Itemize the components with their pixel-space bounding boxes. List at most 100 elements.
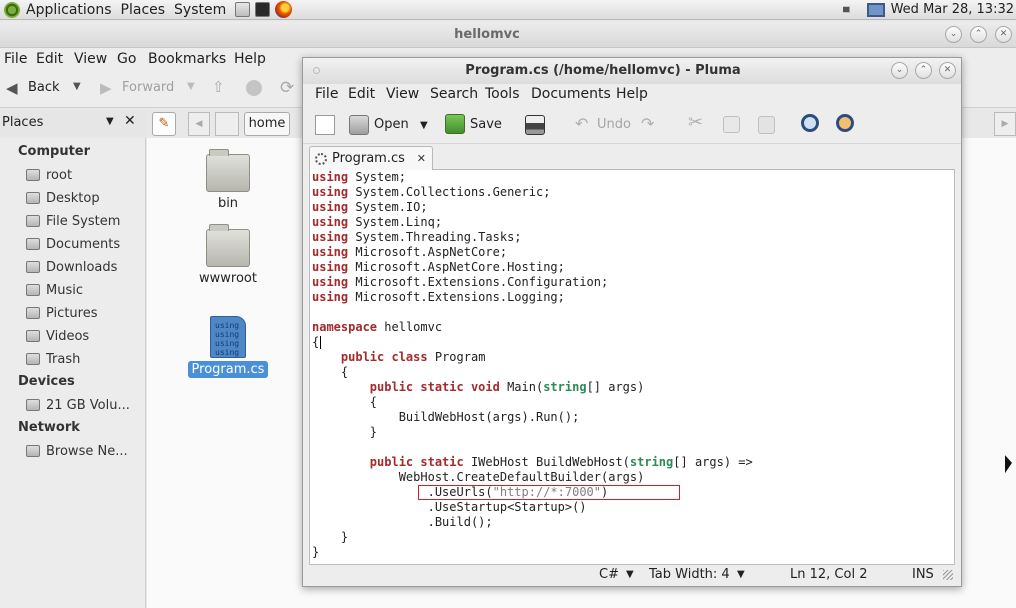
sidebar-header-network: Network: [18, 420, 80, 435]
save-icon[interactable]: [445, 114, 465, 134]
code-editor[interactable]: using System; using System.Collections.G…: [309, 170, 955, 565]
fm-menu-go[interactable]: Go: [117, 51, 136, 67]
open-folder-icon[interactable]: [349, 115, 369, 135]
pluma-close-button[interactable]: ✕: [939, 62, 956, 79]
file-item-bin[interactable]: bin: [183, 149, 273, 211]
panel-clock[interactable]: Wed Mar 28, 13:32: [891, 2, 1014, 17]
keyword: public class: [340, 350, 428, 364]
undo-icon[interactable]: ↶: [575, 114, 588, 133]
redo-icon[interactable]: ↷: [641, 114, 654, 133]
language-dropdown-icon[interactable]: ▼: [626, 569, 634, 580]
keyword: namespace: [312, 320, 378, 334]
copy-icon[interactable]: [723, 116, 740, 133]
save-button[interactable]: Save: [470, 117, 502, 132]
pl-menu-edit[interactable]: Edit: [348, 86, 375, 102]
undo-button[interactable]: Undo: [597, 117, 631, 132]
code-text: Microsoft.Extensions.Configuration;: [355, 275, 609, 289]
sidebar-item-file-system[interactable]: File System: [26, 212, 120, 230]
code-line: }: [312, 545, 319, 560]
trash-icon: [26, 353, 40, 365]
sidebar-item-desktop[interactable]: Desktop: [26, 189, 100, 207]
file-item-wwwroot[interactable]: wwwroot: [183, 224, 273, 286]
sidebar-item-volume[interactable]: 21 GB Volu...: [26, 396, 130, 414]
pl-menu-view[interactable]: View: [386, 86, 419, 102]
code-line: BuildWebHost(args).Run();: [312, 410, 580, 425]
back-button[interactable]: Back: [28, 80, 60, 95]
fm-close-button[interactable]: ✕: [995, 26, 1012, 43]
network-icon[interactable]: [866, 2, 885, 17]
type-keyword: string: [543, 380, 587, 394]
path-scroll-left-icon[interactable]: ◀: [188, 112, 210, 136]
sidebar-item-videos[interactable]: Videos: [26, 327, 89, 345]
open-button[interactable]: Open: [374, 117, 409, 132]
search-replace-icon[interactable]: [836, 114, 854, 132]
pl-menu-tools[interactable]: Tools: [485, 86, 520, 102]
pl-menu-help[interactable]: Help: [616, 86, 648, 102]
text-caret: [320, 336, 321, 349]
forward-button[interactable]: Forward: [122, 80, 174, 95]
code-text: System.IO;: [355, 200, 428, 214]
path-home-button[interactable]: home: [244, 112, 290, 136]
search-icon[interactable]: [801, 114, 819, 132]
sidebar-item-downloads[interactable]: Downloads: [26, 258, 117, 276]
code-text: {: [312, 335, 320, 349]
file-item-program-cs[interactable]: using using using using Program.cs: [183, 316, 273, 378]
fm-minimize-button[interactable]: ⌄: [945, 26, 962, 43]
tab-width-dropdown-icon[interactable]: ▼: [737, 569, 745, 580]
cut-icon[interactable]: ✂: [688, 112, 703, 133]
up-arrow-icon[interactable]: ⇧: [212, 78, 225, 96]
back-history-dropdown-icon[interactable]: ▼: [73, 81, 81, 92]
forward-history-dropdown-icon[interactable]: ▼: [187, 81, 195, 92]
places-label[interactable]: Places: [2, 115, 43, 130]
tab-program-cs[interactable]: Program.cs ✕: [309, 146, 433, 170]
places-dropdown-icon[interactable]: ▼: [106, 116, 114, 127]
code-line: }: [312, 425, 377, 440]
stop-icon[interactable]: [246, 80, 262, 96]
new-document-icon[interactable]: [315, 115, 335, 135]
volume-icon[interactable]: [842, 2, 856, 17]
tab-width-selector[interactable]: Tab Width: 4: [649, 567, 730, 582]
panel-menu-places[interactable]: Places: [121, 2, 166, 18]
pl-menu-search[interactable]: Search: [430, 86, 478, 102]
open-recent-dropdown-icon[interactable]: ▼: [420, 120, 428, 131]
sidebar-item-label: File System: [46, 213, 121, 229]
fm-menu-help[interactable]: Help: [234, 51, 266, 67]
sidebar-item-pictures[interactable]: Pictures: [26, 304, 97, 322]
sidebar-item-documents[interactable]: Documents: [26, 235, 120, 253]
file-name: bin: [217, 196, 239, 211]
paste-icon[interactable]: [758, 116, 775, 134]
fm-menu-file[interactable]: File: [4, 51, 27, 67]
resize-grip-icon[interactable]: [943, 570, 953, 580]
fm-menu-bookmarks[interactable]: Bookmarks: [148, 51, 226, 67]
mate-logo-icon[interactable]: [4, 1, 20, 18]
pl-menu-documents[interactable]: Documents: [531, 86, 611, 102]
sidebar-item-browse-network[interactable]: Browse Ne...: [26, 442, 128, 460]
panel-menu-applications[interactable]: Applications: [26, 2, 112, 18]
sidebar-item-root[interactable]: root: [26, 166, 72, 184]
panel-menu-system[interactable]: System: [174, 2, 226, 18]
sidebar-item-trash[interactable]: Trash: [26, 350, 80, 368]
keyword: public static void: [369, 380, 500, 394]
fm-menu-view[interactable]: View: [74, 51, 107, 67]
pluma-maximize-button[interactable]: ⌃: [915, 62, 932, 79]
print-icon[interactable]: [525, 115, 545, 135]
close-tab-icon[interactable]: ✕: [417, 152, 426, 165]
pluma-minimize-button[interactable]: ⌄: [891, 62, 908, 79]
code-line: .Build();: [312, 515, 493, 530]
firefox-launcher-icon[interactable]: [275, 1, 293, 18]
language-selector[interactable]: C#: [599, 567, 619, 582]
pl-menu-file[interactable]: File: [315, 86, 338, 102]
path-scroll-right-icon[interactable]: ▶: [994, 112, 1016, 136]
sidebar-item-music[interactable]: Music: [26, 281, 83, 299]
fm-menu-edit[interactable]: Edit: [36, 51, 63, 67]
sidebar-item-label: Trash: [46, 351, 81, 367]
path-root-drive-icon[interactable]: [215, 112, 239, 136]
terminal-launcher-icon[interactable]: [255, 2, 271, 17]
sidebar-header-computer: Computer: [18, 144, 91, 159]
close-sidebar-icon[interactable]: ✕: [124, 113, 136, 129]
file-manager-launcher-icon[interactable]: [235, 2, 251, 17]
fm-maximize-button[interactable]: ⌃: [970, 26, 987, 43]
reload-icon[interactable]: ⟳: [280, 78, 294, 98]
pluma-titlebar[interactable]: Program.cs (/home/hellomvc) - Pluma ⌄ ⌃ …: [303, 58, 961, 84]
edit-location-icon[interactable]: ✎: [152, 112, 176, 136]
